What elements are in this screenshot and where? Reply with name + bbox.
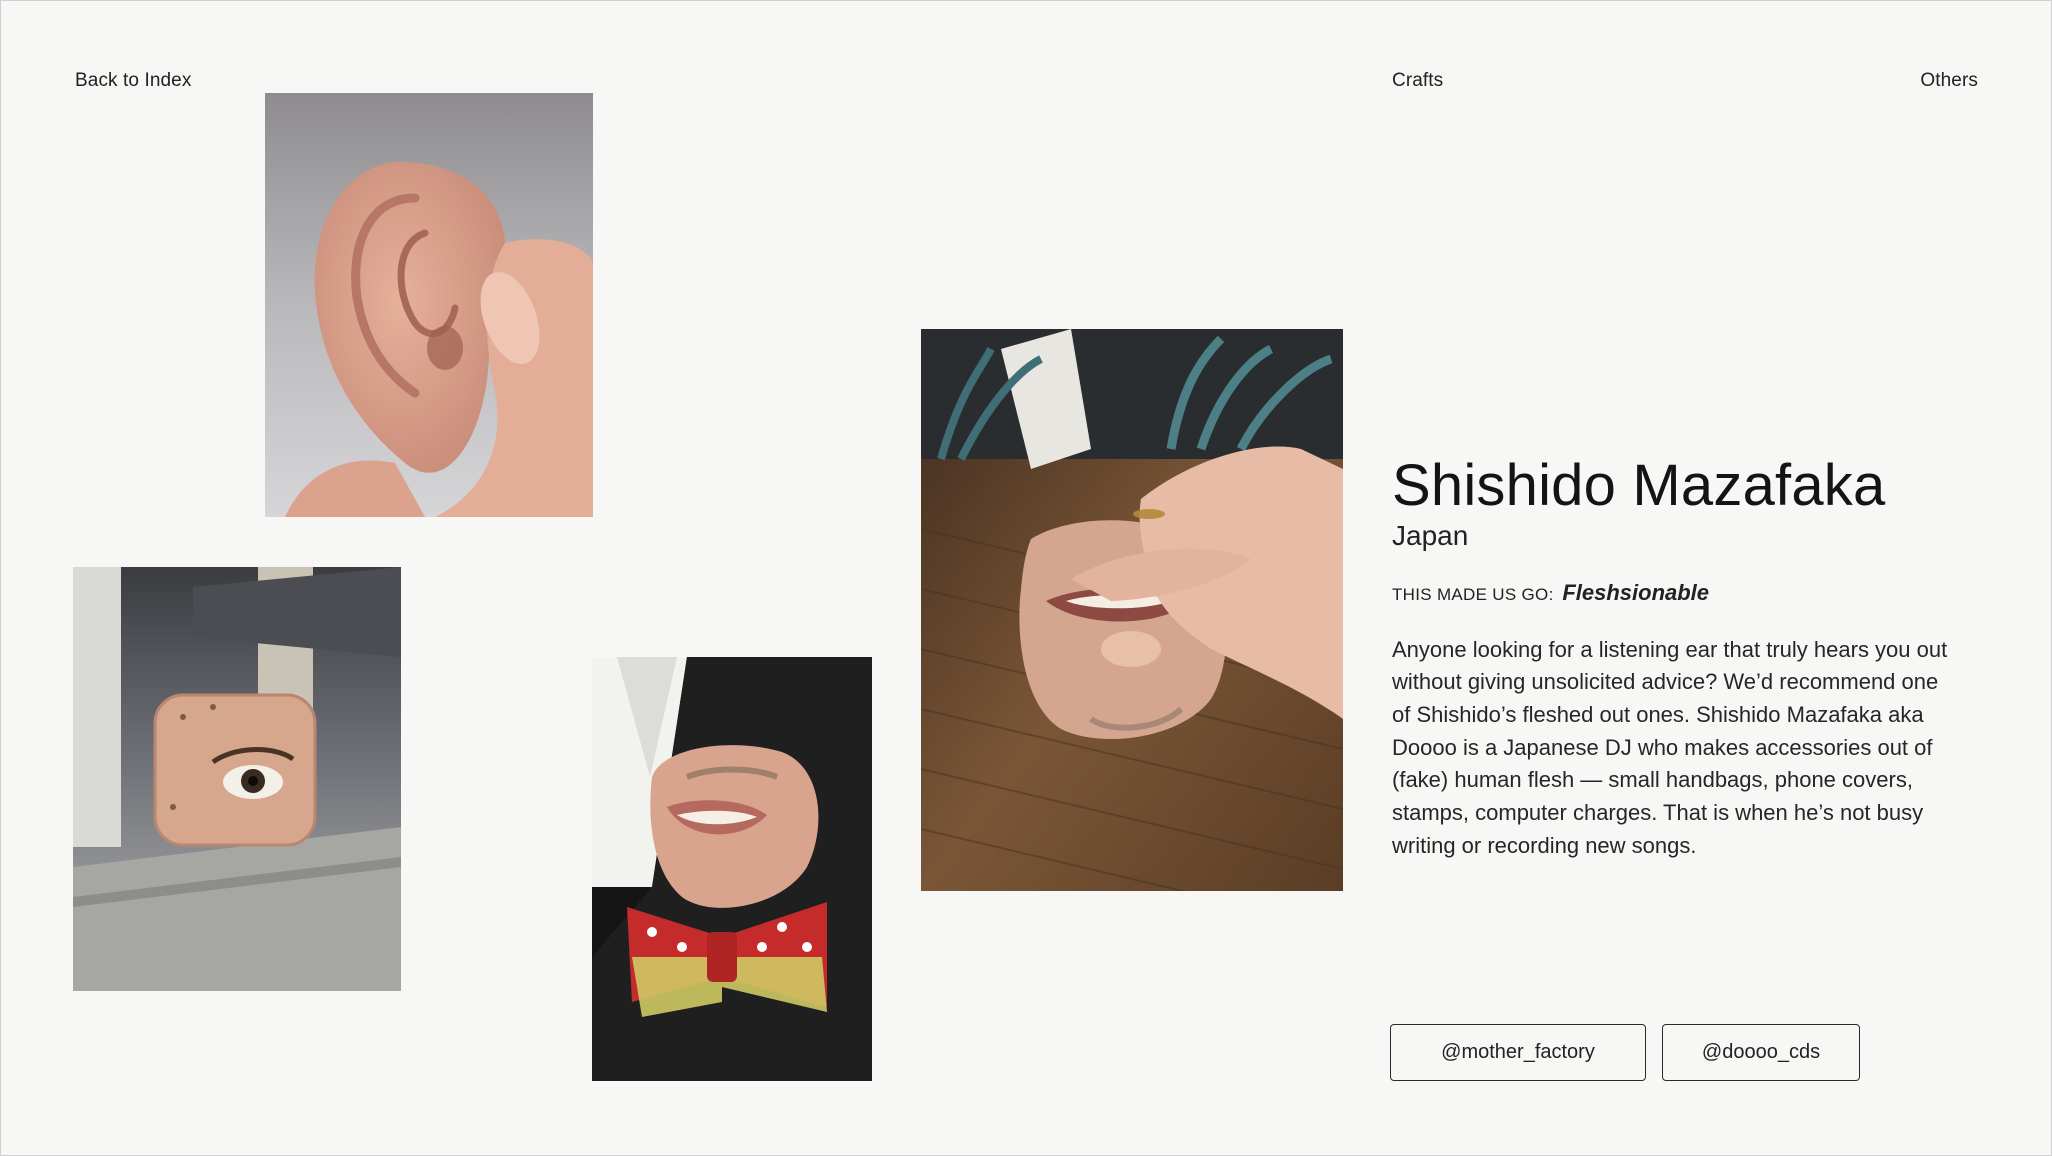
artist-description: Anyone looking for a listening ear that …	[1392, 636, 1948, 858]
artist-info: Shishido Mazafaka Japan THIS MADE US GO:…	[1392, 453, 1962, 863]
artist-country: Japan	[1392, 519, 1469, 551]
instagram-handle-button[interactable]: @doooo_cds	[1662, 1024, 1860, 1081]
eye-cube-photo	[73, 567, 401, 991]
tagline-label: THIS MADE US GO:	[1392, 584, 1554, 604]
tagline-value: Fleshsionable	[1562, 579, 1710, 605]
crafts-link[interactable]: Crafts	[1392, 70, 1443, 92]
mouth-hand-photo	[921, 329, 1343, 891]
others-link[interactable]: Others	[1920, 70, 1978, 92]
instagram-handle-button[interactable]: @mother_factory	[1390, 1024, 1646, 1081]
tagline: THIS MADE US GO: Fleshsionable	[1392, 580, 1962, 606]
mouth-bowtie-photo	[592, 657, 872, 1081]
artist-name: Shishido Mazafaka	[1392, 453, 1886, 518]
back-to-index-link[interactable]: Back to Index	[75, 70, 191, 92]
ear-photo	[265, 93, 593, 517]
